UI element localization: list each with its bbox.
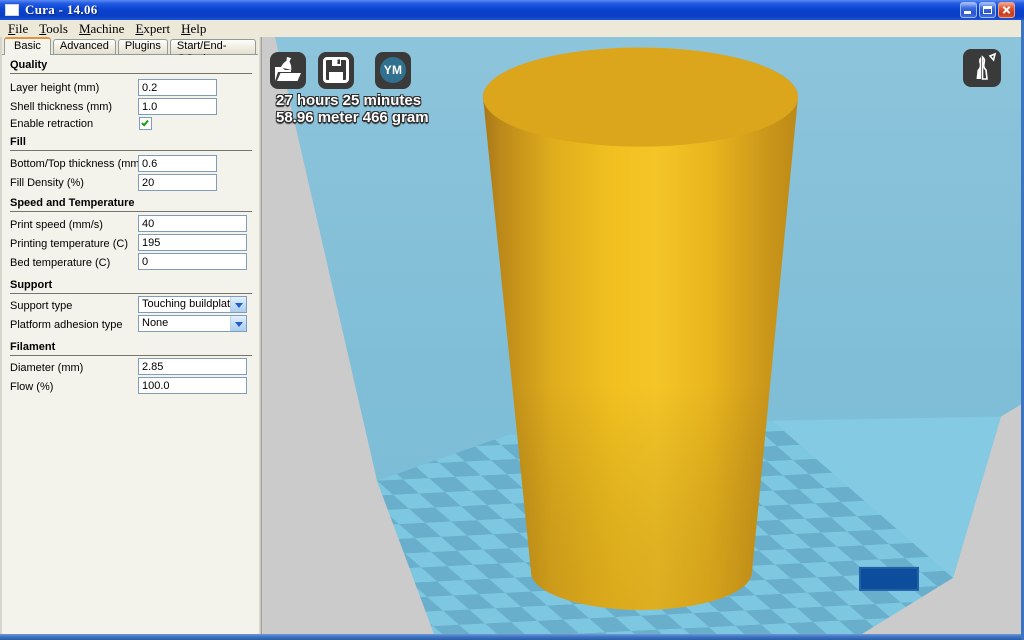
maximize-icon	[983, 6, 992, 14]
model-cylinder[interactable]	[483, 47, 798, 610]
section-quality: Quality	[10, 59, 252, 74]
menubar: File Tools Machine Expert Help	[0, 20, 1024, 37]
menu-expert[interactable]: Expert	[135, 21, 170, 37]
share-youmagine-button[interactable]: YM	[375, 52, 411, 89]
filament-flow-input[interactable]	[138, 377, 247, 394]
print-material: 58.96 meter 466 gram	[276, 109, 429, 126]
menu-help[interactable]: Help	[181, 21, 206, 37]
minimize-button[interactable]	[960, 2, 977, 18]
basic-settings-panel: Quality Layer height (mm) Shell thicknes…	[2, 55, 258, 634]
bed-temperature-input[interactable]	[138, 253, 247, 270]
tab-start-end-gcode[interactable]: Start/End-GCode	[169, 39, 256, 65]
viewport-toolbar: YM	[270, 52, 411, 89]
dropdown-button[interactable]	[230, 297, 246, 312]
label-diameter: Diameter (mm)	[10, 362, 84, 374]
printing-temperature-input[interactable]	[138, 234, 247, 251]
tab-plugins[interactable]: Plugins	[117, 39, 168, 54]
tab-basic[interactable]: Basic	[4, 37, 51, 55]
minimize-icon	[964, 11, 971, 14]
tab-advanced[interactable]: Advanced	[52, 39, 116, 54]
menu-file[interactable]: File	[8, 21, 28, 37]
layer-height-input[interactable]	[138, 79, 217, 96]
cura-window: Cura - 14.06 File Tools Machine Expert H…	[0, 0, 1024, 640]
label-platform-adhesion: Platform adhesion type	[10, 319, 123, 331]
view-mode-button[interactable]	[963, 49, 1001, 87]
filament-diameter-input[interactable]	[138, 358, 247, 375]
youmagine-icon: YM	[380, 57, 406, 83]
enable-retraction-checkbox[interactable]	[139, 117, 152, 130]
section-support: Support	[10, 279, 252, 294]
menu-machine[interactable]: Machine	[79, 21, 124, 37]
support-type-dropdown[interactable]: Touching buildplate	[138, 296, 247, 313]
dropdown-button[interactable]	[230, 316, 246, 331]
app-icon	[5, 4, 19, 16]
print-time: 27 hours 25 minutes	[276, 92, 422, 109]
label-layer-height: Layer height (mm)	[10, 82, 100, 94]
fill-density-input[interactable]	[138, 174, 217, 191]
save-floppy-icon	[323, 57, 349, 83]
print-speed-input[interactable]	[138, 215, 247, 232]
buildplate-marker	[859, 566, 919, 591]
section-speed-temperature: Speed and Temperature	[10, 197, 252, 212]
print-statistics: 27 hours 25 minutes 58.96 meter 466 gram	[276, 92, 429, 126]
chevron-down-icon	[235, 303, 243, 308]
window-bottom-border	[0, 634, 1024, 640]
label-bed-temperature: Bed temperature (C)	[10, 257, 111, 269]
shell-thickness-input[interactable]	[138, 98, 217, 115]
close-button[interactable]	[998, 2, 1015, 18]
maximize-button[interactable]	[979, 2, 996, 18]
label-support-type: Support type	[10, 300, 73, 312]
window-title: Cura - 14.06	[25, 2, 98, 17]
settings-tabbar: Basic Advanced Plugins Start/End-GCode	[2, 37, 258, 65]
menu-tools[interactable]: Tools	[39, 21, 68, 37]
viewport-3d[interactable]: YM 27 hours 25 minutes 58.96 meter 466 g…	[262, 37, 1021, 634]
label-fill-density: Fill Density (%)	[10, 177, 84, 189]
checkmark-icon	[141, 118, 149, 127]
titlebar[interactable]: Cura - 14.06	[0, 0, 1024, 20]
cylinder-top-face	[483, 47, 798, 147]
load-model-button[interactable]	[270, 52, 306, 89]
label-printing-temperature: Printing temperature (C)	[10, 238, 128, 250]
bottom-top-thickness-input[interactable]	[138, 155, 217, 172]
section-filament: Filament	[10, 341, 252, 356]
chevron-down-icon	[235, 322, 243, 327]
save-toolpath-button[interactable]	[318, 52, 354, 89]
label-flow: Flow (%)	[10, 381, 54, 393]
platform-adhesion-dropdown[interactable]: None	[138, 315, 247, 332]
load-model-icon	[275, 57, 301, 81]
label-print-speed: Print speed (mm/s)	[10, 219, 103, 231]
view-mode-icon	[976, 52, 997, 80]
scene-3d	[262, 37, 1021, 634]
section-fill: Fill	[10, 136, 252, 151]
label-bottom-top-thickness: Bottom/Top thickness (mm)	[10, 158, 144, 170]
label-enable-retraction: Enable retraction	[10, 118, 94, 130]
label-shell-thickness: Shell thickness (mm)	[10, 101, 113, 113]
